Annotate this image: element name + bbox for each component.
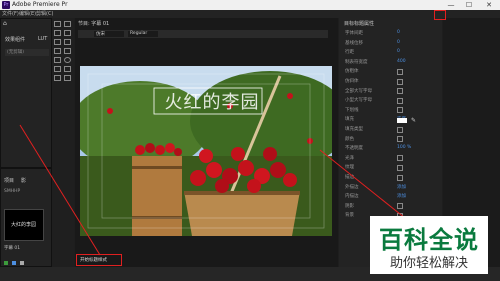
watermark-badge: 百科全说 助你轻松解决 bbox=[370, 216, 488, 274]
watermark-subtitle: 助你轻松解决 bbox=[389, 256, 468, 271]
watermark-title: 百科全说 bbox=[379, 226, 479, 254]
